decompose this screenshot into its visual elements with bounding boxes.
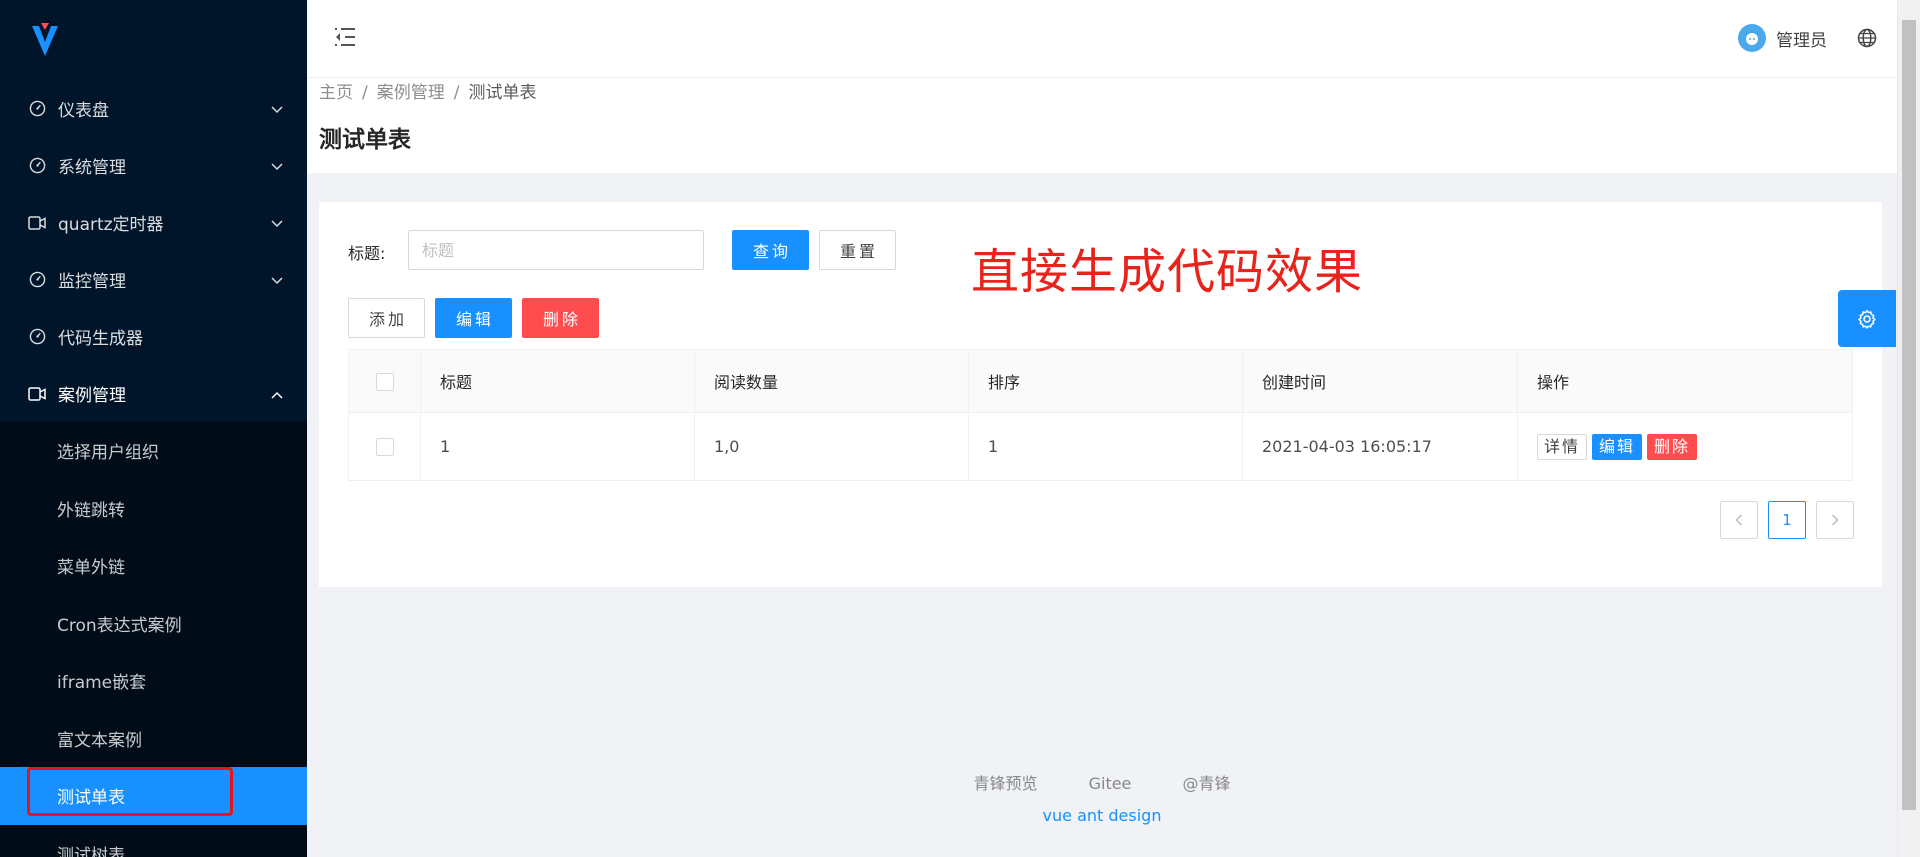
avatar [1738,24,1766,52]
footer-links: 青锋预览 Gitee @青锋 [307,770,1897,794]
table-header-row: 标题 阅读数量 排序 创建时间 操作 [348,349,1853,413]
submenu-item-select-org[interactable]: 选择用户组织 [0,422,307,480]
sidebar-item-label: 代码生成器 [58,329,143,349]
cell-title: 1 [420,412,695,481]
breadcrumb-item-home[interactable]: 主页 [319,83,353,103]
select-all-cell [348,349,421,413]
submenu-item-tree-table[interactable]: 测试树表 [0,825,307,857]
row-delete-button[interactable]: 删除 [1647,433,1698,460]
edit-button[interactable]: 编辑 [435,298,512,338]
cell-actions: 详情 编辑 删除 [1517,412,1853,481]
gear-icon [1858,309,1876,329]
chevron-right-icon [1832,514,1839,526]
user-name: 管理员 [1776,30,1827,51]
sidebar-item-codegen[interactable]: 代码生成器 [0,308,307,365]
video-camera-icon [28,385,46,403]
video-camera-icon [28,214,46,232]
dashboard-icon [28,157,46,175]
dashboard-icon [28,328,46,346]
dashboard-icon [28,271,46,289]
cell-read-count: 1,0 [694,412,969,481]
footer-link-gitee[interactable]: Gitee [1089,774,1132,793]
submenu-item-label: 外链跳转 [57,500,125,521]
query-button[interactable]: 查询 [732,230,809,270]
pagination-next[interactable] [1816,501,1854,539]
submenu-item-single-table[interactable]: 测试单表 [0,767,307,825]
sidebar-item-label: quartz定时器 [58,215,164,235]
cases-submenu: 选择用户组织 外链跳转 菜单外链 Cron表达式案例 iframe嵌套 富文本案… [0,422,307,857]
add-button[interactable]: 添加 [348,298,425,338]
sidebar-item-system[interactable]: 系统管理 [0,137,307,194]
scrollbar-thumb[interactable] [1902,20,1916,810]
chevron-down-icon [271,156,283,176]
footer-copyright[interactable]: vue ant design [307,806,1897,825]
logo-icon [32,23,58,56]
menu-fold-icon[interactable] [333,26,357,52]
submenu-item-label: 菜单外链 [57,558,125,579]
cell-created: 2021-04-03 16:05:17 [1242,412,1518,481]
submenu-item-richtext[interactable]: 富文本案例 [0,710,307,768]
column-header-created[interactable]: 创建时间 [1242,349,1518,413]
user-menu[interactable]: 管理员 [1738,24,1827,52]
sidebar-item-label: 案例管理 [58,386,126,406]
row-checkbox[interactable] [375,438,394,457]
submenu-item-label: iframe嵌套 [57,673,147,694]
sidebar: 仪表盘 系统管理 quartz定时器 监控管理 代码生成器 案例管理 选择用户组… [0,0,307,857]
page-header: 主页 / 案例管理 / 测试单表 测试单表 [307,78,1897,173]
sidebar-item-label: 仪表盘 [58,101,109,121]
select-all-checkbox[interactable] [375,372,394,391]
sidebar-item-quartz[interactable]: quartz定时器 [0,194,307,251]
sidebar-item-cases[interactable]: 案例管理 [0,365,307,422]
dashboard-icon [28,100,46,118]
column-header-sort[interactable]: 排序 [968,349,1243,413]
chevron-down-icon [271,213,283,233]
breadcrumb-item-current: 测试单表 [468,83,537,103]
cell-sort: 1 [968,412,1243,481]
chevron-down-icon [271,99,283,119]
submenu-item-menu-link[interactable]: 菜单外链 [0,537,307,595]
content-card: 标题: 查询 重置 直接生成代码效果 添加 编辑 删除 标题 阅读数量 排序 创… [319,202,1882,587]
pagination-page-current[interactable]: 1 [1768,501,1806,539]
row-detail-button[interactable]: 详情 [1537,433,1588,460]
row-edit-button[interactable]: 编辑 [1592,433,1643,460]
submenu-item-label: 富文本案例 [57,730,142,751]
top-header: 管理员 [307,0,1897,78]
breadcrumb: 主页 / 案例管理 / 测试单表 [319,83,537,103]
title-filter-label: 标题: [348,244,386,263]
title-search-input[interactable] [408,230,704,270]
sidebar-item-monitor[interactable]: 监控管理 [0,251,307,308]
app-logo[interactable] [0,0,307,80]
page-scrollbar[interactable] [1897,0,1920,857]
submenu-item-iframe[interactable]: iframe嵌套 [0,652,307,710]
globe-icon[interactable] [1857,28,1877,52]
chevron-left-icon [1735,514,1742,526]
delete-button[interactable]: 删除 [522,298,599,338]
footer-link-preview[interactable]: 青锋预览 [973,774,1037,793]
annotation-text: 直接生成代码效果 [971,244,1364,300]
column-header-title[interactable]: 标题 [420,349,695,413]
reset-button[interactable]: 重置 [819,230,896,270]
sidebar-item-label: 监控管理 [58,272,126,292]
pagination-prev[interactable] [1720,501,1758,539]
column-header-actions: 操作 [1517,349,1853,413]
chevron-down-icon [271,270,283,290]
submenu-item-label: 测试树表 [57,845,125,857]
chevron-up-icon [271,384,283,404]
row-select-cell [348,412,421,481]
column-header-read-count[interactable]: 阅读数量 [694,349,969,413]
data-table: 标题 阅读数量 排序 创建时间 操作 1 1,0 1 2021-04-03 16… [348,349,1853,481]
breadcrumb-item-cases[interactable]: 案例管理 [377,83,445,103]
settings-drawer-button[interactable] [1838,290,1896,347]
submenu-item-external-jump[interactable]: 外链跳转 [0,480,307,538]
sidebar-item-dashboard[interactable]: 仪表盘 [0,80,307,137]
footer-link-author[interactable]: @青锋 [1183,774,1231,793]
submenu-item-label: 测试单表 [57,788,125,809]
submenu-item-label: Cron表达式案例 [57,615,182,636]
submenu-item-cron[interactable]: Cron表达式案例 [0,595,307,653]
page-title: 测试单表 [319,127,411,153]
sidebar-item-label: 系统管理 [58,158,126,178]
table-row[interactable]: 1 1,0 1 2021-04-03 16:05:17 详情 编辑 删除 [348,412,1853,481]
submenu-item-label: 选择用户组织 [57,443,159,464]
